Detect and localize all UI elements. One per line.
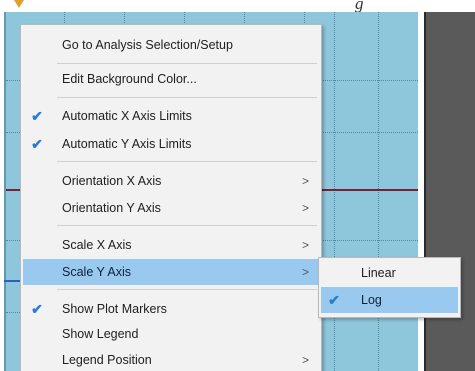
menu-item-show-legend[interactable]: Show Legend [23, 321, 319, 347]
menu-item-label: Edit Background Color... [62, 72, 197, 86]
menu-item-analysis-setup[interactable]: Go to Analysis Selection/Setup [23, 32, 319, 58]
chevron-right-icon: > [302, 238, 310, 252]
chevron-right-icon: > [302, 201, 310, 215]
menu-item-label: Legend Position [62, 353, 152, 367]
menu-separator [57, 97, 317, 98]
menu-item-edit-background-color[interactable]: Edit Background Color... [23, 66, 319, 92]
submenu-item-label: Log [361, 293, 382, 307]
menu-separator [57, 63, 317, 64]
menu-item-orientation-y[interactable]: Orientation Y Axis > [23, 195, 319, 221]
menu-item-label: Scale Y Axis [62, 265, 132, 279]
menu-item-legend-position[interactable]: Legend Position > [23, 347, 319, 371]
menu-item-orientation-x[interactable]: Orientation X Axis > [23, 168, 319, 194]
menu-item-label: Orientation Y Axis [62, 201, 161, 215]
menu-item-label: Show Legend [62, 327, 139, 341]
menu-item-label: Scale X Axis [62, 238, 132, 252]
chevron-right-icon: > [302, 174, 310, 188]
menu-separator [57, 225, 317, 226]
menu-item-scale-y[interactable]: Scale Y Axis > [23, 259, 319, 285]
menu-item-show-plot-markers[interactable]: ✔ Show Plot Markers [23, 296, 319, 322]
menu-item-label: Go to Analysis Selection/Setup [62, 38, 233, 52]
menu-separator [57, 289, 317, 290]
menu-item-label: Orientation X Axis [62, 174, 162, 188]
menu-item-label: Automatic X Axis Limits [62, 109, 192, 123]
checkmark-icon: ✔ [328, 292, 340, 308]
context-menu: Go to Analysis Selection/Setup Edit Back… [20, 24, 322, 371]
menu-item-scale-x[interactable]: Scale X Axis > [23, 232, 319, 258]
app-window: g Go to Analysis Selection/Setup Edit Ba… [0, 0, 475, 371]
scale-y-submenu: Linear ✔ Log [318, 257, 461, 318]
menu-item-auto-x-limits[interactable]: ✔ Automatic X Axis Limits [23, 103, 319, 129]
chevron-right-icon: > [302, 265, 310, 279]
chevron-right-icon: > [302, 353, 310, 367]
menu-item-label: Automatic Y Axis Limits [62, 137, 192, 151]
marker-icon [14, 0, 24, 8]
menu-separator [57, 161, 317, 162]
submenu-item-label: Linear [361, 266, 396, 280]
checkmark-icon: ✔ [31, 136, 43, 152]
submenu-item-linear[interactable]: Linear [321, 260, 458, 286]
menu-item-auto-y-limits[interactable]: ✔ Automatic Y Axis Limits [23, 131, 319, 157]
menu-item-label: Show Plot Markers [62, 302, 167, 316]
submenu-item-log[interactable]: ✔ Log [321, 287, 458, 313]
checkmark-icon: ✔ [31, 108, 43, 124]
checkmark-icon: ✔ [31, 301, 43, 317]
